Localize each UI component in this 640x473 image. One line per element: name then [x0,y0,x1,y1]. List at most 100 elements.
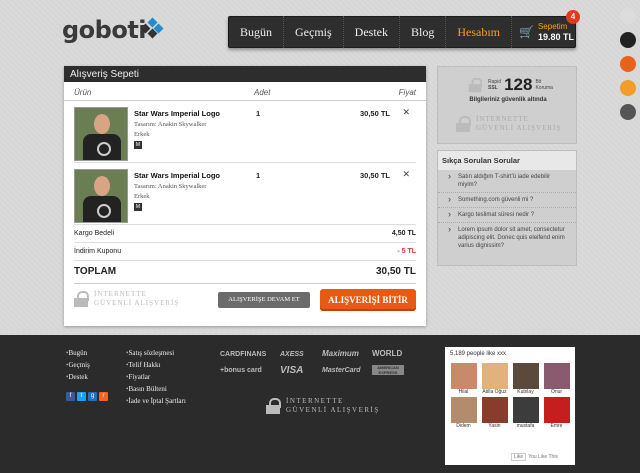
col-qty: Adet [254,88,271,97]
remove-item-icon[interactable]: ✕ [402,107,410,118]
cart-item: Star Wars Imperial Logo Tasarım: Anakin … [74,163,416,225]
logo-mark-icon [140,17,164,39]
nav-item-gecmis[interactable]: Geçmiş [284,16,344,48]
card-logo: Maximum [322,349,359,358]
footer-links-col2: Satış sözleşmesi Telif Hakkı Fiyatlar Ba… [126,349,186,409]
card-logo: AMERICAN EXPRESS [372,365,404,375]
logo[interactable]: goboti [62,16,147,44]
fb-person[interactable]: mustafa [510,397,541,429]
fb-person-name: Yasin [488,423,501,429]
faq-item[interactable]: Something.com güvenli mi ? [438,193,576,208]
faq-item[interactable]: Satın aldığım T-shirt'ü iade edebilir mi… [438,170,576,193]
main-nav: Bugün Geçmiş Destek Blog Hesabım 🛒 Sepet… [228,10,580,48]
swatch-yellow-orange[interactable] [620,80,636,96]
avatar [543,363,570,389]
lock-icon [456,116,471,132]
faq-item[interactable]: Lorem ipsum dolor sit amet, consectetur … [438,223,576,253]
nav-item-destek[interactable]: Destek [344,16,400,48]
fb-person[interactable]: Emre [541,397,572,429]
fb-person-name: Kubilay [517,389,534,395]
discount-label[interactable]: İndirim Kuponu [74,248,121,255]
footer-link[interactable]: Basın Bülteni [126,385,186,393]
footer-link[interactable]: İade ve İptal Şartları [126,397,185,405]
avatar [450,397,477,423]
footer-link-destek[interactable]: Destek [66,373,90,381]
fb-like-button[interactable]: Like [511,453,527,461]
cart-count-badge: 4 [565,10,580,24]
footer-link-bugun[interactable]: Bugün [66,349,90,357]
faq-item[interactable]: Kargo teslimat süresi nedir ? [438,208,576,223]
card-logo: WORLD [372,349,403,358]
rss-icon[interactable]: r [99,392,108,401]
facebook-widget: 5,189 people like xxx Hilal Atilla Oğuz … [445,347,575,465]
footer-links-col1: Bugün Geçmiş Destek [66,349,90,385]
side-secure-line-1: İNTERNETTE [476,115,529,123]
cart-title: Alışveriş Sepeti [64,66,426,82]
nav-item-blog[interactable]: Blog [400,16,447,48]
discount-value: - 5 TL [397,248,416,255]
cart-total: 19.80 TL [537,32,574,42]
fb-person-name: Didem [456,423,471,429]
product-name[interactable]: Star Wars Imperial Logo [134,109,220,118]
footer-link[interactable]: Telif Hakkı [126,361,186,369]
faq-panel: Sıkça Sorulan Sorular Satın aldığım T-sh… [437,150,577,266]
card-logo: CARDFINANS [220,351,267,358]
swatch-black[interactable] [620,32,636,48]
footer-link-gecmis[interactable]: Geçmiş [66,361,89,369]
fb-person[interactable]: Hilal [448,363,479,395]
swatch-light-gray[interactable] [620,8,636,24]
fb-person-name: Emre [550,423,563,429]
avatar [450,363,477,389]
total-label: TOPLAM [74,266,117,277]
side-secure-line-2: GÜVENLİ ALIŞVERİŞ [476,124,562,132]
avatar [512,363,539,389]
continue-shopping-button[interactable]: ALIŞVERİŞE DEVAM ET [218,292,310,308]
footer: Bugün Geçmiş Destek f t g r Satış sözleş… [0,331,640,473]
swatch-dark-gray[interactable] [620,104,636,120]
total-value: 30,50 TL [375,266,416,277]
fb-person[interactable]: Didem [448,397,479,429]
cart-label: Sepetim [537,22,568,31]
product-thumbnail[interactable] [74,169,128,223]
shipping-row: Kargo Bedeli 4,50 TL [74,225,416,243]
fb-person[interactable]: Onur [541,363,572,395]
footer-secure-line-1: İNTERNETTE [286,397,344,405]
fb-person[interactable]: Atilla Oğuz [479,363,510,395]
fb-person[interactable]: Kubilay [510,363,541,395]
footer-link[interactable]: Fiyatlar [126,373,186,381]
secure-shopping-badge: İNTERNETTE GÜVENLİ ALIŞVERİŞ [74,290,179,308]
fb-person[interactable]: Yasin [479,397,510,429]
twitter-icon[interactable]: t [77,392,86,401]
social-icon[interactable]: g [88,392,97,401]
card-logo: +bonus card [220,367,262,374]
cart-item: Star Wars Imperial Logo Tasarım: Anakin … [74,101,416,163]
product-thumbnail[interactable] [74,107,128,161]
fb-person-name: Hilal [458,389,469,395]
cart-columns: Ürün Adet Fiyat [64,82,426,101]
cart-panel: Alışveriş Sepeti Ürün Adet Fiyat Star Wa… [64,66,426,326]
product-designer: Tasarım: Anakin Skywalker [134,121,207,128]
card-logo: VISA [280,365,304,376]
remove-item-icon[interactable]: ✕ [402,169,410,180]
ssl-lock-icon [468,77,483,93]
nav-item-account[interactable]: Hesabım [446,16,512,48]
product-designer: Tasarım: Anakin Skywalker [134,183,207,190]
footer-link[interactable]: Satış sözleşmesi [126,349,186,357]
cart-widget[interactable]: 🛒 Sepetim 19.80 TL 4 [512,10,580,48]
ssl-bits: 128 [504,75,533,94]
col-price: Fiyat [398,88,416,97]
product-size: M [134,203,142,211]
product-name[interactable]: Star Wars Imperial Logo [134,171,220,180]
footer-secure-line-2: GÜVENLİ ALIŞVERİŞ [286,406,380,414]
secure-line-2: GÜVENLİ ALIŞVERİŞ [94,299,180,307]
avatar [481,363,508,389]
nav-item-bugun[interactable]: Bugün [229,16,285,48]
swatch-orange[interactable] [620,56,636,72]
ssl-caption: Bilgileriniz güvenlik altında [469,97,547,103]
facebook-icon[interactable]: f [66,392,75,401]
checkout-button[interactable]: ALIŞVERİŞİ BİTİR [320,289,416,311]
discount-row: İndirim Kuponu - 5 TL [74,243,416,261]
product-gender: Erkek [134,193,150,200]
total-row: TOPLAM 30,50 TL [74,261,416,284]
product-gender: Erkek [134,131,150,138]
